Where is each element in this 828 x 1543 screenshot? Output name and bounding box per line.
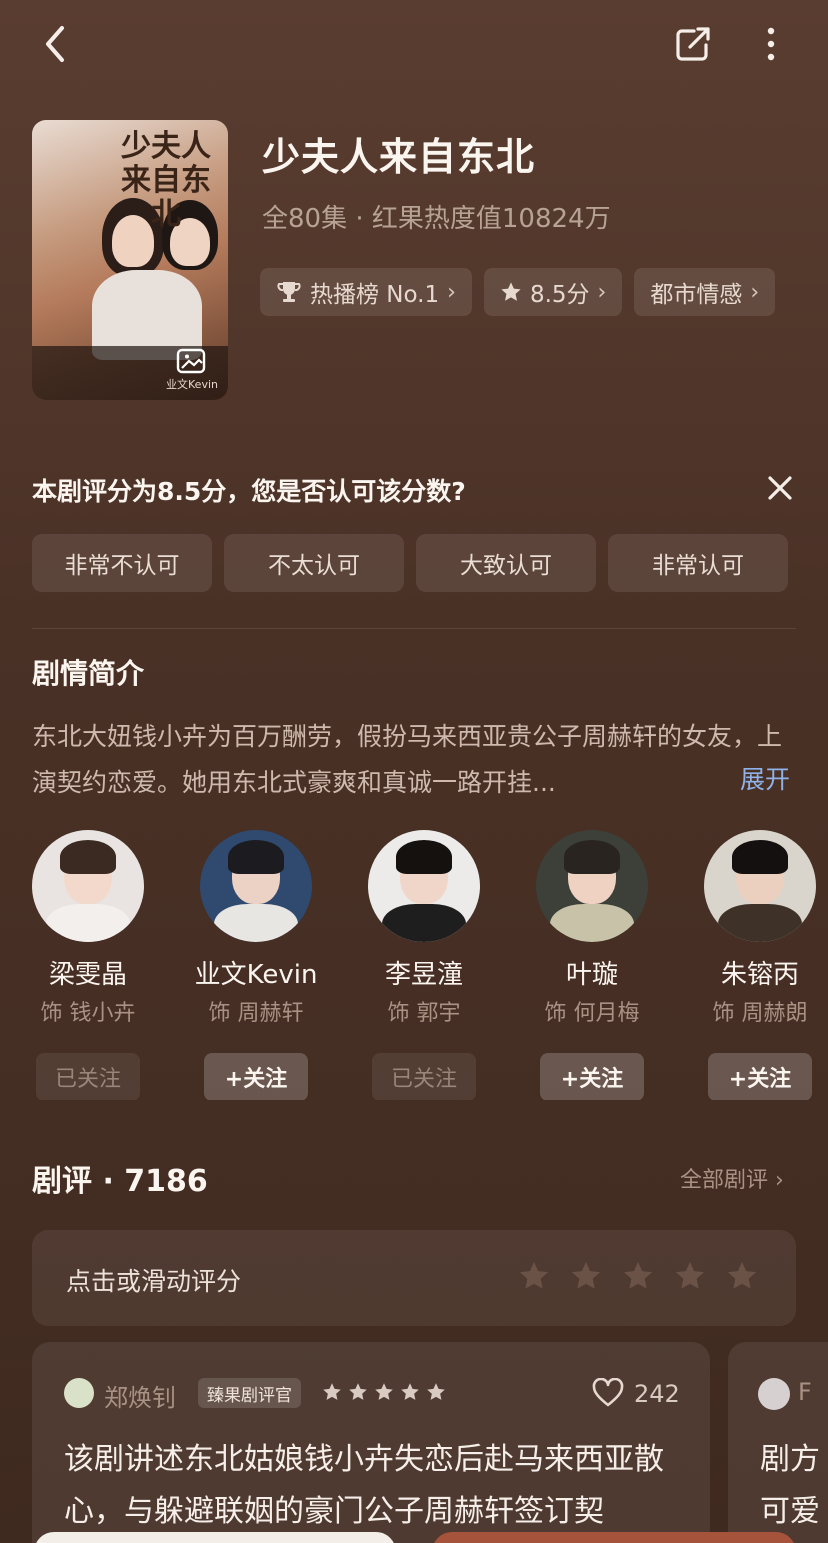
avatar xyxy=(368,830,480,942)
cast-name: 李昱潼 xyxy=(384,960,463,990)
follow-button[interactable]: 已关注 xyxy=(36,1053,140,1100)
section-divider xyxy=(32,628,796,629)
back-arrow-icon xyxy=(46,26,64,62)
review-username[interactable]: 郑焕钊 xyxy=(104,1378,176,1413)
review-text[interactable]: 剧方可爱 xyxy=(760,1434,828,1538)
rate-label: 点击或滑动评分 xyxy=(66,1267,242,1296)
star-icon xyxy=(375,1383,393,1400)
reviewer-badge: 臻果剧评官 xyxy=(198,1378,301,1408)
chip-genre-label: 都市情感 xyxy=(650,282,743,308)
chip-genre[interactable]: 都市情感 › xyxy=(634,268,776,316)
show-meta: 全80集 · 红果热度值10824万 xyxy=(262,204,611,234)
chevron-right-icon: › xyxy=(447,279,456,305)
synopsis-text: 东北大妞钱小卉为百万酬劳，假扮马来西亚贵公子周赫轩的女友，上演契约恋爱。她用东北… xyxy=(32,722,783,797)
cast-list: 梁雯晶 饰 钱小卉 已关注 业文Kevin 饰 周赫轩 +关注 李昱潼 饰 郭宇… xyxy=(32,830,828,1100)
synopsis-heading: 剧情简介 xyxy=(32,657,145,690)
cast-role: 饰 周赫朗 xyxy=(712,1001,808,1026)
cast-name: 朱镕丙 xyxy=(720,960,799,990)
star-icon[interactable] xyxy=(518,1260,550,1292)
star-icon xyxy=(323,1383,341,1400)
cast-role: 饰 何月梅 xyxy=(544,1001,640,1026)
more-button[interactable] xyxy=(748,22,794,66)
rating-option-strongly-disagree[interactable]: 非常不认可 xyxy=(32,534,212,592)
poster-title: 少夫人来自东北 xyxy=(121,129,211,232)
review-card[interactable]: F 剧方可爱 xyxy=(728,1342,828,1543)
avatar xyxy=(704,830,816,942)
more-vertical-icon xyxy=(767,27,775,61)
follow-button[interactable]: +关注 xyxy=(708,1053,812,1100)
rating-option-agree[interactable]: 大致认可 xyxy=(416,534,596,592)
review-stars xyxy=(322,1382,446,1402)
bottom-action-right[interactable] xyxy=(432,1532,796,1543)
rate-bar[interactable]: 点击或滑动评分 xyxy=(32,1230,796,1326)
like-count: 242 xyxy=(634,1380,680,1408)
rating-options: 非常不认可 不太认可 大致认可 非常认可 xyxy=(32,534,788,592)
review-text[interactable]: 该剧讲述东北姑娘钱小卉失恋后赴马来西亚散心，与躲避联姻的豪门公子周赫轩签订契 xyxy=(64,1434,684,1538)
cast-name: 业文Kevin xyxy=(194,960,318,990)
back-button[interactable] xyxy=(30,22,80,66)
follow-button[interactable]: 已关注 xyxy=(372,1053,476,1100)
star-icon[interactable] xyxy=(726,1260,758,1292)
close-icon[interactable] xyxy=(762,470,798,506)
reviews-heading: 剧评 · 7186 xyxy=(32,1164,208,1199)
cast-member[interactable]: 李昱潼 饰 郭宇 已关注 xyxy=(368,830,480,1100)
review-username[interactable]: F xyxy=(798,1378,812,1406)
cast-role: 饰 钱小卉 xyxy=(40,1001,136,1026)
cast-member[interactable]: 叶璇 饰 何月梅 +关注 xyxy=(536,830,648,1100)
cast-name: 梁雯晶 xyxy=(48,960,127,990)
top-bar xyxy=(0,0,828,90)
show-chips: 热播榜 No.1 › 8.5分 › 都市情感 › xyxy=(260,268,776,316)
cast-role: 饰 郭宇 xyxy=(387,1001,461,1026)
chevron-right-icon: › xyxy=(750,279,760,305)
rating-question: 本剧评分为8.5分，您是否认可该分数? xyxy=(32,477,466,506)
star-icon[interactable] xyxy=(622,1260,654,1292)
chip-ranking-label: 热播榜 No.1 xyxy=(310,282,440,308)
rating-option-strongly-agree[interactable]: 非常认可 xyxy=(608,534,788,592)
star-icon[interactable] xyxy=(674,1260,706,1292)
follow-button[interactable]: +关注 xyxy=(540,1053,644,1100)
star-icon xyxy=(349,1383,367,1400)
trophy-icon xyxy=(277,282,301,302)
star-icon xyxy=(427,1383,445,1400)
avatar xyxy=(200,830,312,942)
avatar xyxy=(536,830,648,942)
gallery-icon[interactable] xyxy=(176,348,208,376)
follow-button[interactable]: +关注 xyxy=(204,1053,308,1100)
poster-credit: 业文Kevin xyxy=(166,378,218,391)
chip-score-label: 8.5分 xyxy=(529,282,590,308)
star-icon xyxy=(501,282,521,301)
review-card[interactable]: 郑焕钊 臻果剧评官 242 该剧讲述东北姑娘钱小卉失恋后赴马来西亚散心，与躲避联… xyxy=(32,1342,710,1543)
avatar[interactable] xyxy=(758,1378,790,1410)
rating-stars[interactable] xyxy=(518,1260,758,1292)
cast-member[interactable]: 业文Kevin 饰 周赫轩 +关注 xyxy=(195,830,317,1100)
show-title: 少夫人来自东北 xyxy=(262,135,536,179)
cast-name: 叶璇 xyxy=(565,960,618,990)
chip-ranking[interactable]: 热播榜 No.1 › xyxy=(260,268,472,316)
heart-icon[interactable] xyxy=(592,1378,624,1408)
chevron-right-icon: › xyxy=(597,279,607,305)
share-button[interactable] xyxy=(668,22,718,66)
avatar xyxy=(32,830,144,942)
rating-option-disagree[interactable]: 不太认可 xyxy=(224,534,404,592)
share-icon xyxy=(676,27,710,61)
star-icon[interactable] xyxy=(570,1260,602,1292)
chip-score[interactable]: 8.5分 › xyxy=(483,268,623,316)
cast-role: 饰 周赫轩 xyxy=(208,1001,304,1026)
cast-member[interactable]: 朱镕丙 饰 周赫朗 +关注 xyxy=(704,830,816,1100)
bottom-action-left[interactable] xyxy=(34,1532,396,1543)
show-poster[interactable]: 少夫人来自东北 业文Kevin xyxy=(32,120,228,400)
cast-member[interactable]: 梁雯晶 饰 钱小卉 已关注 xyxy=(32,830,144,1100)
star-icon xyxy=(401,1383,419,1400)
avatar[interactable] xyxy=(64,1378,94,1408)
all-reviews-link[interactable]: 全部剧评 › xyxy=(680,1162,784,1194)
expand-link[interactable]: 展开 xyxy=(740,760,790,796)
